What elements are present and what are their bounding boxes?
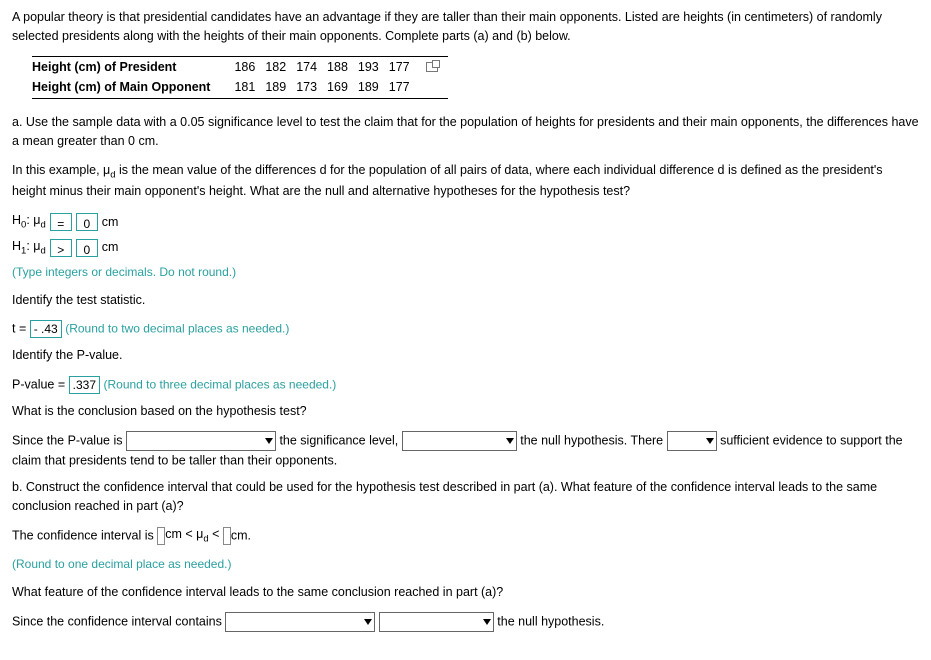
president-row: Height (cm) of President 186 182 174 188… — [32, 56, 448, 77]
chevron-down-icon — [483, 619, 491, 625]
context-text: In this example, μd is the mean value of… — [12, 161, 919, 202]
chevron-down-icon — [265, 438, 273, 444]
unit-cm: cm — [102, 238, 119, 257]
part-b-prompt: b. Construct the confidence interval tha… — [12, 478, 919, 516]
h1-line: H1: μd > 0 cm — [12, 237, 919, 259]
chevron-down-icon — [706, 438, 714, 444]
reject-fail-select[interactable] — [402, 431, 517, 451]
cell: 193 — [358, 56, 389, 77]
feature-question: What feature of the confidence interval … — [12, 583, 919, 602]
cell: 177 — [389, 56, 420, 77]
row-head-opponent: Height (cm) of Main Opponent — [32, 77, 234, 98]
h0-value-input[interactable]: 0 — [76, 213, 98, 231]
t-stat-input[interactable]: - .43 — [30, 320, 62, 338]
chevron-down-icon — [364, 619, 372, 625]
cell: 186 — [234, 56, 265, 77]
cell: 189 — [358, 77, 389, 98]
chevron-down-icon — [506, 438, 514, 444]
pvalue-compare-select[interactable] — [126, 431, 276, 451]
unit-cm: cm — [102, 213, 119, 232]
hyp-note: (Type integers or decimals. Do not round… — [12, 263, 919, 281]
identify-test-stat: Identify the test statistic. — [12, 291, 919, 310]
row-head-president: Height (cm) of President — [32, 56, 234, 77]
cell: 177 — [389, 77, 420, 98]
p-value-line: P-value = .337 (Round to three decimal p… — [12, 375, 919, 394]
ci-contains-select[interactable] — [225, 612, 375, 632]
ci-reject-select[interactable] — [379, 612, 494, 632]
cell: 173 — [296, 77, 327, 98]
opponent-row: Height (cm) of Main Opponent 181 189 173… — [32, 77, 448, 98]
height-table: Height (cm) of President 186 182 174 188… — [32, 56, 919, 100]
part-a-prompt: a. Use the sample data with a 0.05 signi… — [12, 113, 919, 151]
p-value-note: (Round to three decimal places as needed… — [103, 378, 336, 392]
cell: 182 — [265, 56, 296, 77]
cell: 189 — [265, 77, 296, 98]
conclusion-question: What is the conclusion based on the hypo… — [12, 402, 919, 421]
h1-operator-input[interactable]: > — [50, 239, 72, 257]
identify-p-value: Identify the P-value. — [12, 346, 919, 365]
feature-line: Since the confidence interval contains t… — [12, 612, 919, 632]
cell: 188 — [327, 56, 358, 77]
cell: 181 — [234, 77, 265, 98]
t-stat-line: t = - .43 (Round to two decimal places a… — [12, 319, 919, 338]
p-value-input[interactable]: .337 — [69, 376, 100, 394]
popup-icon[interactable] — [426, 62, 438, 72]
is-isnot-select[interactable] — [667, 431, 717, 451]
cell: 169 — [327, 77, 358, 98]
ci-note: (Round to one decimal place as needed.) — [12, 555, 919, 573]
h0-operator-input[interactable]: = — [50, 213, 72, 231]
ci-line: The confidence interval is cm < μd < cm. — [12, 525, 919, 547]
intro-text: A popular theory is that presidential ca… — [12, 8, 919, 46]
conclusion-line: Since the P-value is the significance le… — [12, 431, 919, 470]
ci-upper-input[interactable] — [223, 527, 231, 545]
cell: 174 — [296, 56, 327, 77]
h0-line: H0: μd = 0 cm — [12, 211, 919, 233]
t-stat-note: (Round to two decimal places as needed.) — [65, 322, 289, 336]
h1-value-input[interactable]: 0 — [76, 239, 98, 257]
